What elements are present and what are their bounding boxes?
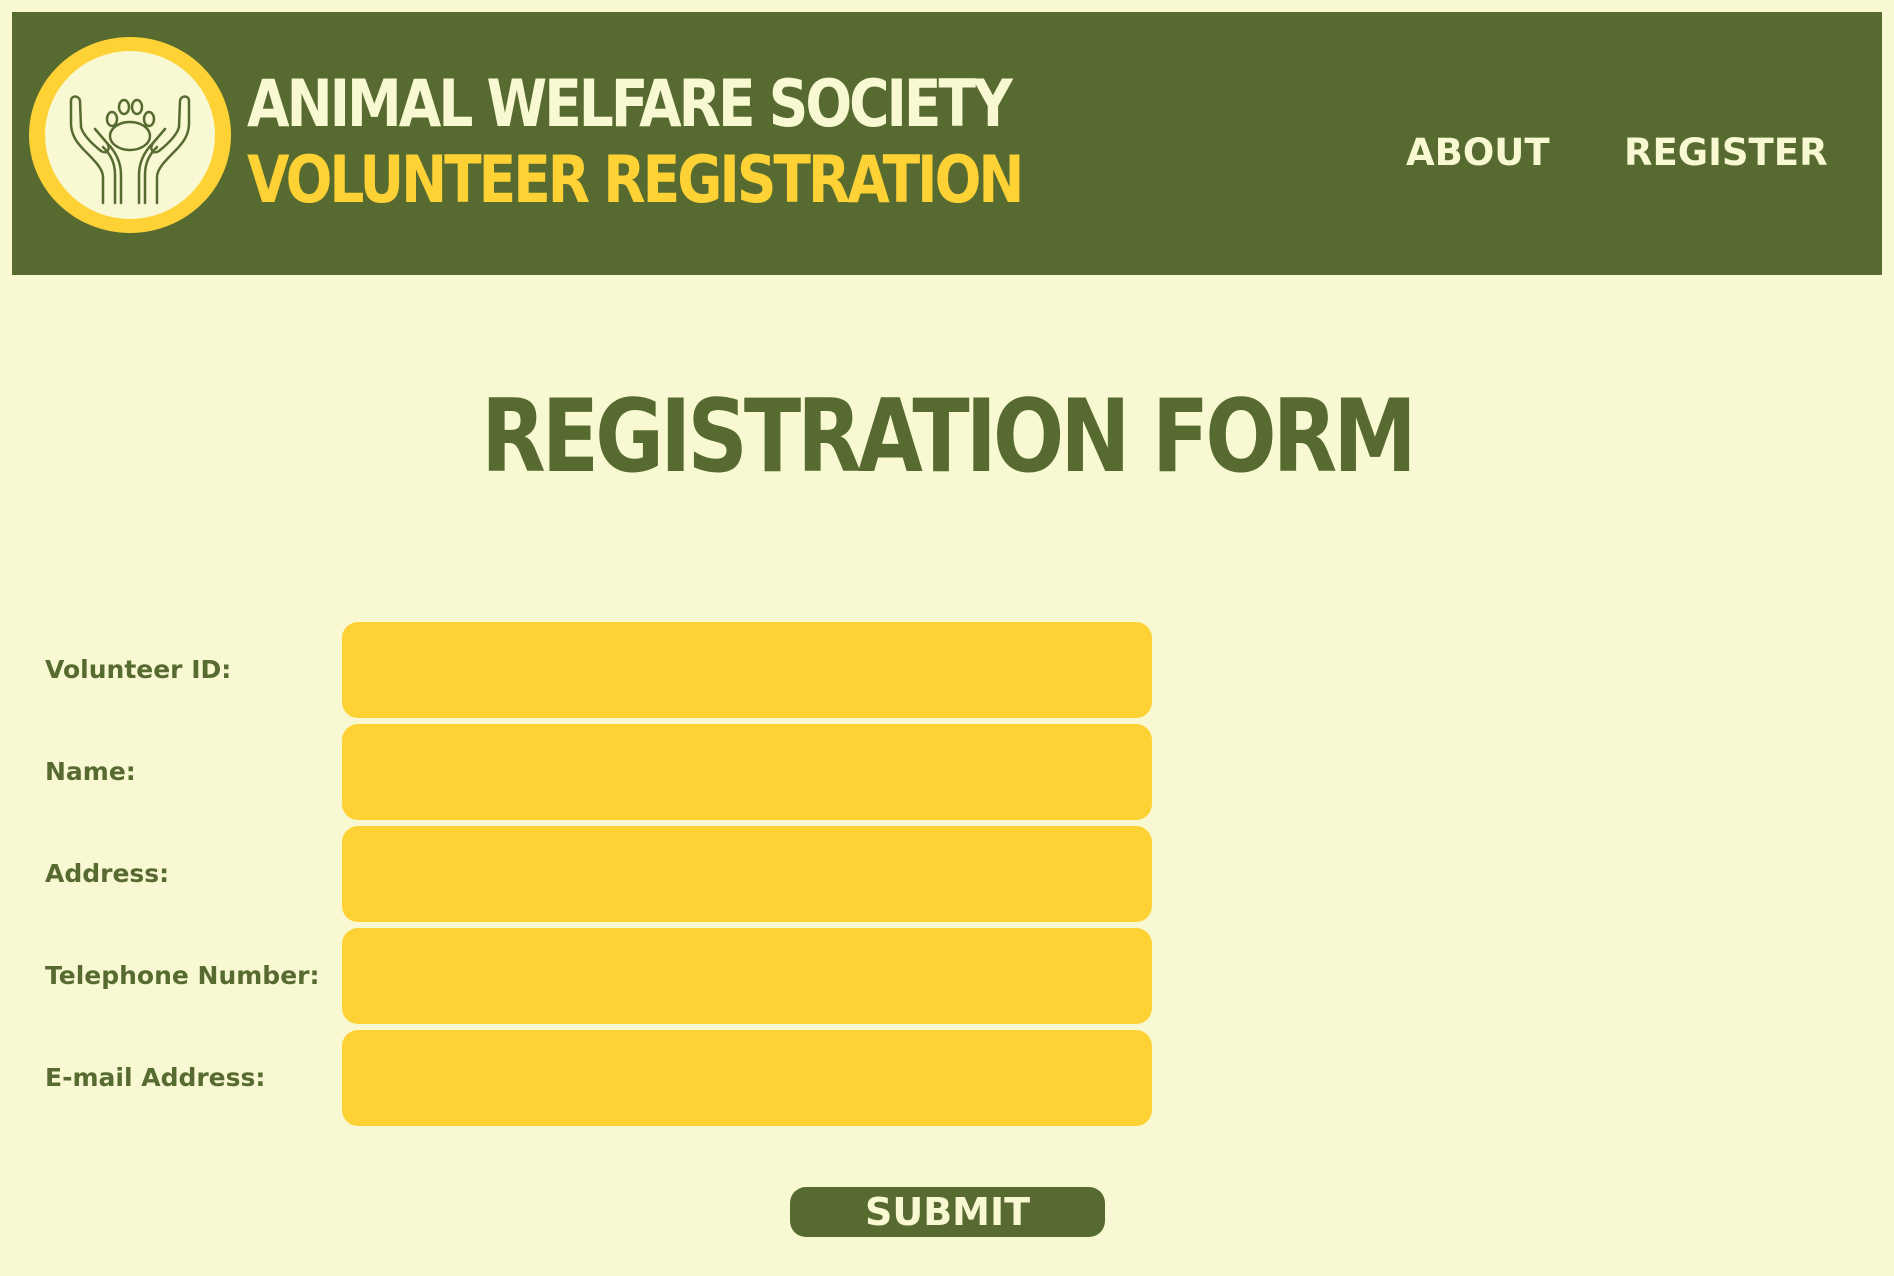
- form-row-address: Address:: [0, 826, 1894, 922]
- volunteer-id-label: Volunteer ID:: [45, 655, 232, 684]
- page-title: REGISTRATION FORM: [481, 377, 1417, 495]
- logo: [29, 37, 231, 233]
- site-header: ANIMAL WELFARE SOCIETY VOLUNTEER REGISTR…: [12, 12, 1882, 275]
- telephone-label: Telephone Number:: [45, 961, 320, 990]
- brand-subtitle: VOLUNTEER REGISTRATION: [247, 141, 1024, 218]
- brand-title: ANIMAL WELFARE SOCIETY: [247, 65, 1013, 142]
- email-label: E-mail Address:: [45, 1063, 266, 1092]
- name-label: Name:: [45, 757, 136, 786]
- logo-circle: [45, 51, 215, 219]
- nav-about-link[interactable]: ABOUT: [1406, 129, 1550, 177]
- volunteer-id-input[interactable]: [342, 622, 1152, 718]
- form-row-telephone: Telephone Number:: [0, 928, 1894, 1024]
- hands-holding-paw-icon: [69, 95, 191, 205]
- form-row-name: Name:: [0, 724, 1894, 820]
- submit-button[interactable]: SUBMIT: [790, 1187, 1105, 1237]
- form-row-email: E-mail Address:: [0, 1030, 1894, 1126]
- nav-register-link[interactable]: REGISTER: [1624, 129, 1828, 177]
- name-input[interactable]: [342, 724, 1152, 820]
- email-input[interactable]: [342, 1030, 1152, 1126]
- telephone-input[interactable]: [342, 928, 1152, 1024]
- form-row-volunteer-id: Volunteer ID:: [0, 622, 1894, 718]
- address-label: Address:: [45, 859, 170, 888]
- address-input[interactable]: [342, 826, 1152, 922]
